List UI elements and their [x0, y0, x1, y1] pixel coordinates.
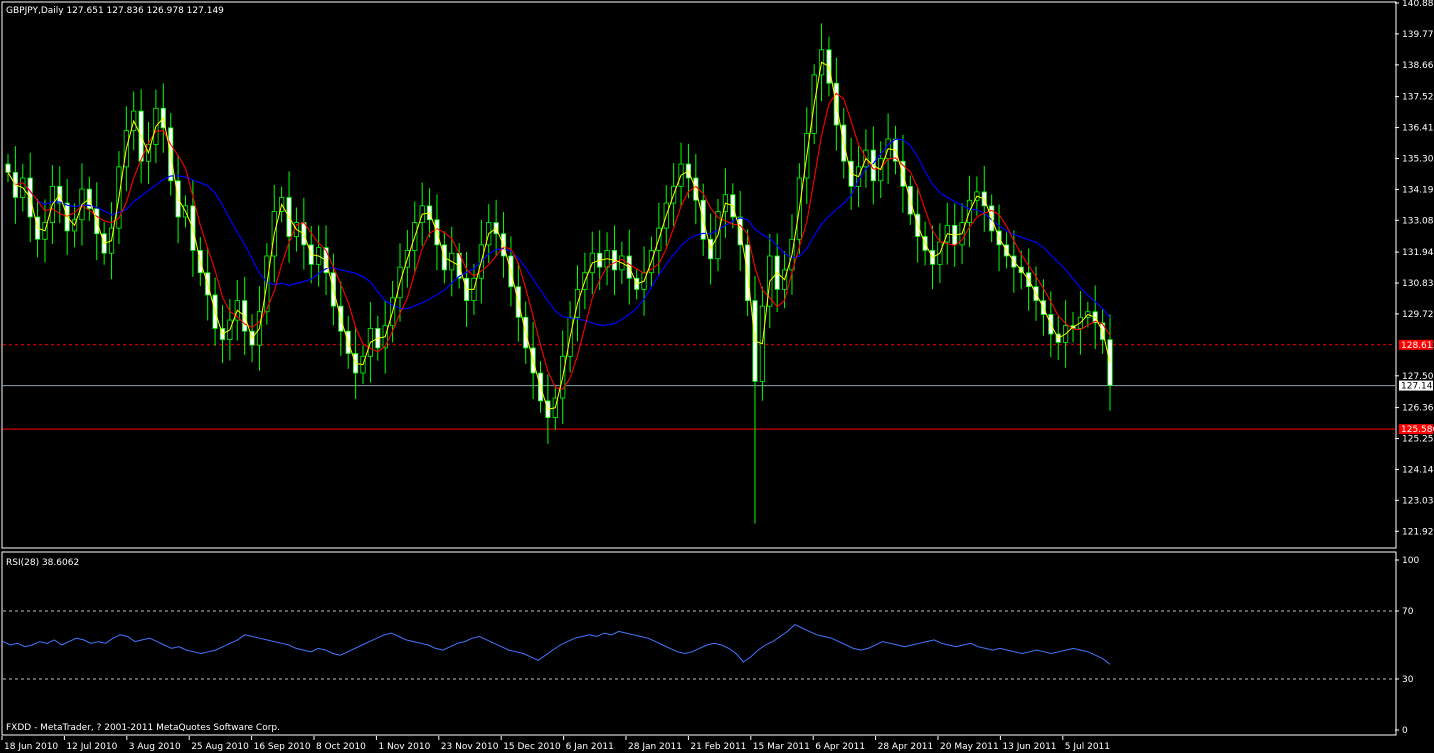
x-tick-label: 21 Feb 2011	[690, 742, 746, 752]
x-tick-label: 5 Jul 2011	[1065, 742, 1110, 752]
y-tick-label: 134.190	[1402, 185, 1434, 195]
y-tick-label: 139.770	[1402, 30, 1434, 40]
x-tick-label: 8 Oct 2010	[316, 742, 366, 752]
x-tick-label: 6 Apr 2011	[815, 742, 865, 752]
candle-body	[5, 163, 11, 173]
rsi-tick-label: 0	[1402, 726, 1408, 736]
y-tick-label: 135.300	[1402, 154, 1434, 164]
y-tick-label: 121.920	[1402, 527, 1434, 537]
y-tick-label: 133.080	[1402, 216, 1434, 226]
x-tick-label: 6 Jan 2011	[566, 742, 614, 752]
rsi-label: RSI(28) 38.6062	[6, 558, 79, 568]
x-tick-label: 20 May 2011	[940, 742, 999, 752]
symbol-info: GBPJPY,Daily 127.651 127.836 126.978 127…	[6, 6, 224, 16]
x-tick-label: 28 Apr 2011	[878, 742, 934, 752]
x-tick-label: 15 Mar 2011	[753, 742, 810, 752]
price-axis: 140.880 139.770 138.660 137.520 136.410 135.3…	[1395, 0, 1434, 736]
x-tick-label: 12 Jul 2010	[66, 742, 117, 752]
rsi-tick-label: 100	[1402, 556, 1419, 566]
y-tick-label: 131.940	[1402, 248, 1434, 258]
y-tick-label: 125.250	[1402, 434, 1434, 444]
y-tick-label: 138.660	[1402, 61, 1434, 71]
y-tick-label: 123.030	[1402, 496, 1434, 506]
y-tick-label: 129.720	[1402, 310, 1434, 320]
y-tick-label: 140.880	[1402, 0, 1434, 9]
chart-canvas: 128.613127.149125.586 140.880139.770138.…	[1, 0, 1434, 752]
x-tick-label: 16 Sep 2010	[254, 742, 311, 752]
rsi-panel	[1, 551, 1397, 736]
x-tick-label: 25 Aug 2010	[191, 742, 249, 752]
x-tick-label: 23 Nov 2010	[441, 742, 499, 752]
current-price-tag-label: 127.149	[1401, 382, 1434, 392]
x-tick-label: 13 Jun 2011	[1002, 742, 1056, 752]
y-tick-label: 130.830	[1402, 279, 1434, 289]
main-panel	[1, 1, 1397, 549]
rsi-tick-label: 30	[1402, 675, 1414, 685]
x-tick-label: 18 Jun 2010	[4, 742, 58, 752]
y-tick-label: 126.360	[1402, 404, 1434, 414]
y-tick-label: 137.520	[1402, 93, 1434, 103]
copyright-text: FXDD - MetaTrader, ? 2001-2011 MetaQuote…	[6, 723, 280, 733]
time-axis: 18 Jun 2010 12 Jul 2010 3 Aug 2010 25 Aug 2…	[1, 736, 1110, 752]
x-tick-label: 28 Jan 2011	[628, 742, 682, 752]
rsi-tick-label: 70	[1402, 607, 1414, 617]
x-tick-label: 15 Dec 2010	[503, 742, 561, 752]
y-tick-label: 136.410	[1402, 124, 1434, 134]
y-tick-label: 124.140	[1402, 465, 1434, 475]
x-tick-label: 3 Aug 2010	[129, 742, 181, 752]
y-tick-label: 127.500	[1402, 372, 1434, 382]
x-tick-label: 1 Nov 2010	[378, 742, 430, 752]
upper-price-tag-label: 128.613	[1401, 341, 1434, 351]
